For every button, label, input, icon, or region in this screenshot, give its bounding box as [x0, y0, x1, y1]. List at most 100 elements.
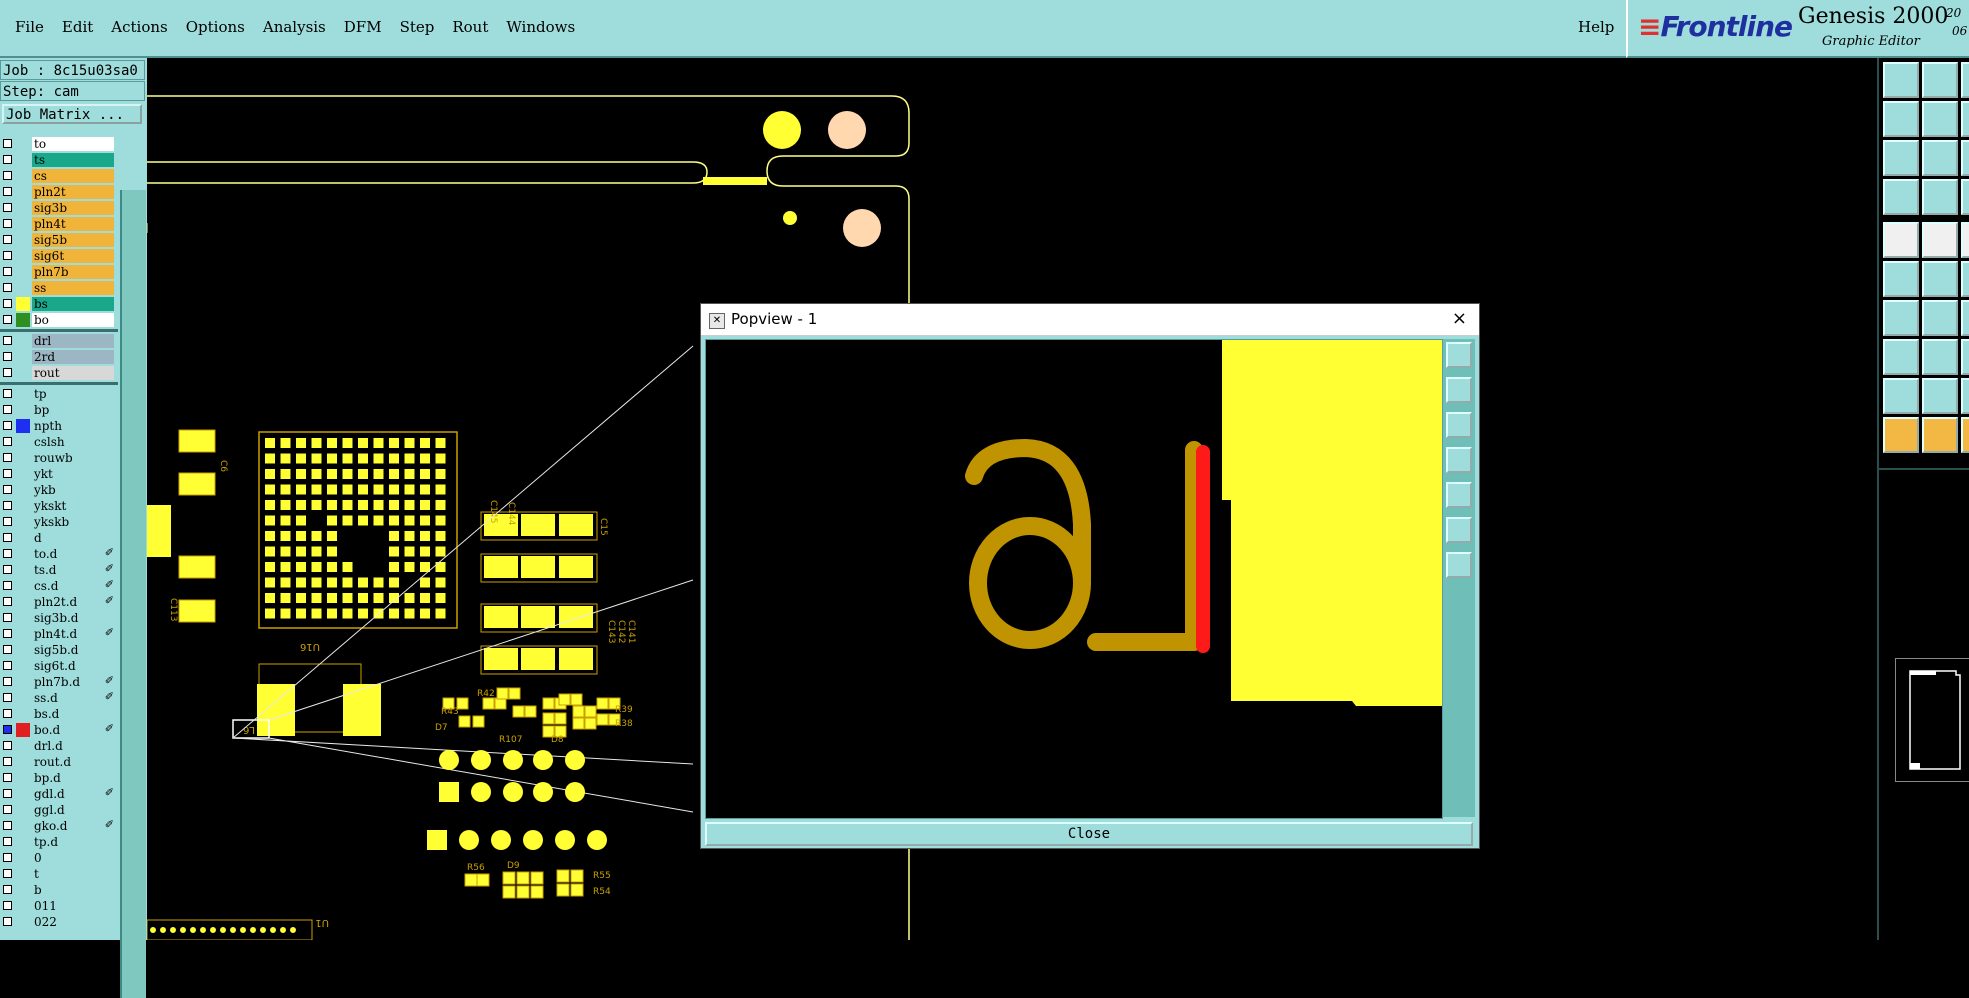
layer-name[interactable]: tp [32, 387, 114, 401]
layer-row[interactable]: cs [0, 168, 118, 184]
layer-row[interactable]: sig3b.d [0, 610, 118, 626]
layer-color-swatch[interactable] [16, 265, 30, 279]
layer-color-swatch[interactable] [16, 153, 30, 167]
layer-row[interactable]: to.d ✐ [0, 546, 118, 562]
layer-color-swatch[interactable] [16, 297, 30, 311]
layer-name[interactable]: to [32, 137, 114, 151]
layer-name[interactable]: drl.d [32, 739, 114, 753]
layer-name[interactable]: sig3b [32, 201, 114, 215]
layer-name[interactable]: drl [32, 334, 114, 348]
layer-color-swatch[interactable] [16, 483, 30, 497]
overview-map[interactable] [1895, 658, 1969, 782]
layer-checkbox[interactable] [3, 901, 12, 910]
layer-row[interactable]: rout [0, 365, 118, 381]
layer-checkbox[interactable] [3, 741, 12, 750]
layer-checkbox[interactable] [3, 677, 12, 686]
layer-checkbox[interactable] [3, 853, 12, 862]
layer-color-swatch[interactable] [16, 435, 30, 449]
tool-button[interactable] [1961, 101, 1969, 137]
layer-name[interactable]: ykskb [32, 515, 114, 529]
layer-name[interactable]: pln2t.d [32, 595, 114, 609]
layer-row[interactable]: ts [0, 152, 118, 168]
layer-checkbox[interactable] [3, 352, 12, 361]
layer-color-swatch[interactable] [16, 366, 30, 380]
layer-row[interactable]: rout.d [0, 754, 118, 770]
layer-checkbox[interactable] [3, 299, 12, 308]
layer-color-swatch[interactable] [16, 249, 30, 263]
layer-row[interactable]: drl [0, 333, 118, 349]
layer-color-swatch[interactable] [16, 803, 30, 817]
popview-tool-button[interactable] [1446, 517, 1472, 543]
menu-edit[interactable]: Edit [53, 18, 102, 36]
layer-color-swatch[interactable] [16, 169, 30, 183]
layer-color-swatch[interactable] [16, 707, 30, 721]
layer-row[interactable]: bo [0, 312, 118, 328]
layer-color-swatch[interactable] [16, 675, 30, 689]
layer-row[interactable]: bs [0, 296, 118, 312]
layer-row[interactable]: d [0, 530, 118, 546]
layer-row[interactable]: ggl.d [0, 802, 118, 818]
menu-analysis[interactable]: Analysis [254, 18, 335, 36]
layer-color-swatch[interactable] [16, 771, 30, 785]
layer-name[interactable]: 011 [32, 899, 114, 913]
layer-name[interactable]: b [32, 883, 114, 897]
layer-name[interactable]: bo.d [32, 723, 114, 737]
layer-checkbox[interactable] [3, 235, 12, 244]
popview-zoom-view[interactable] [705, 339, 1443, 819]
menu-help[interactable]: Help [1578, 18, 1614, 36]
layer-checkbox[interactable] [3, 389, 12, 398]
layer-color-swatch[interactable] [16, 579, 30, 593]
tool-button[interactable] [1961, 222, 1969, 258]
layer-color-swatch[interactable] [16, 899, 30, 913]
layer-name[interactable]: 2rd [32, 350, 114, 364]
tool-button[interactable] [1883, 300, 1919, 336]
layer-checkbox[interactable] [3, 315, 12, 324]
layer-color-swatch[interactable] [16, 659, 30, 673]
layer-row[interactable]: cslsh [0, 434, 118, 450]
layer-name[interactable]: sig5b.d [32, 643, 114, 657]
layer-row[interactable]: pln2t.d ✐ [0, 594, 118, 610]
layer-name[interactable]: pln7b.d [32, 675, 114, 689]
layer-color-swatch[interactable] [16, 531, 30, 545]
popview-tool-button[interactable] [1446, 342, 1472, 368]
layer-checkbox[interactable] [3, 917, 12, 926]
layer-row[interactable]: ykskt [0, 498, 118, 514]
layer-row[interactable]: ykt [0, 466, 118, 482]
layer-name[interactable]: sig3b.d [32, 611, 114, 625]
layer-name[interactable]: ss.d [32, 691, 114, 705]
layer-checkbox[interactable] [3, 469, 12, 478]
layer-name[interactable]: tp.d [32, 835, 114, 849]
layer-row[interactable]: gdl.d ✐ [0, 786, 118, 802]
layer-row[interactable]: ss [0, 280, 118, 296]
layer-name[interactable]: cs.d [32, 579, 114, 593]
layer-row[interactable]: 2rd [0, 349, 118, 365]
layer-color-swatch[interactable] [16, 611, 30, 625]
layer-name[interactable]: ykskt [32, 499, 114, 513]
tool-button[interactable] [1922, 339, 1958, 375]
layer-checkbox[interactable] [3, 693, 12, 702]
tool-button[interactable] [1961, 300, 1969, 336]
layer-color-swatch[interactable] [16, 313, 30, 327]
layer-name[interactable]: npth [32, 419, 114, 433]
layer-color-swatch[interactable] [16, 547, 30, 561]
tool-button[interactable] [1883, 222, 1919, 258]
layer-name[interactable]: to.d [32, 547, 114, 561]
layer-name[interactable]: sig5b [32, 233, 114, 247]
layer-checkbox[interactable] [3, 155, 12, 164]
layer-checkbox[interactable] [3, 139, 12, 148]
job-matrix-button[interactable]: Job Matrix ... [2, 104, 142, 124]
layer-color-swatch[interactable] [16, 835, 30, 849]
layer-checkbox[interactable] [3, 757, 12, 766]
layer-name[interactable]: 0 [32, 851, 114, 865]
layer-row[interactable]: pln2t [0, 184, 118, 200]
popview-tool-button[interactable] [1446, 482, 1472, 508]
layer-row[interactable]: 022 [0, 914, 118, 930]
layer-name[interactable]: t [32, 867, 114, 881]
tool-button[interactable] [1961, 179, 1969, 215]
layer-checkbox[interactable] [3, 885, 12, 894]
layer-name[interactable]: bp.d [32, 771, 114, 785]
layer-checkbox[interactable] [3, 789, 12, 798]
layer-name[interactable]: bs.d [32, 707, 114, 721]
layer-color-swatch[interactable] [16, 563, 30, 577]
layer-name[interactable]: sig6t [32, 249, 114, 263]
